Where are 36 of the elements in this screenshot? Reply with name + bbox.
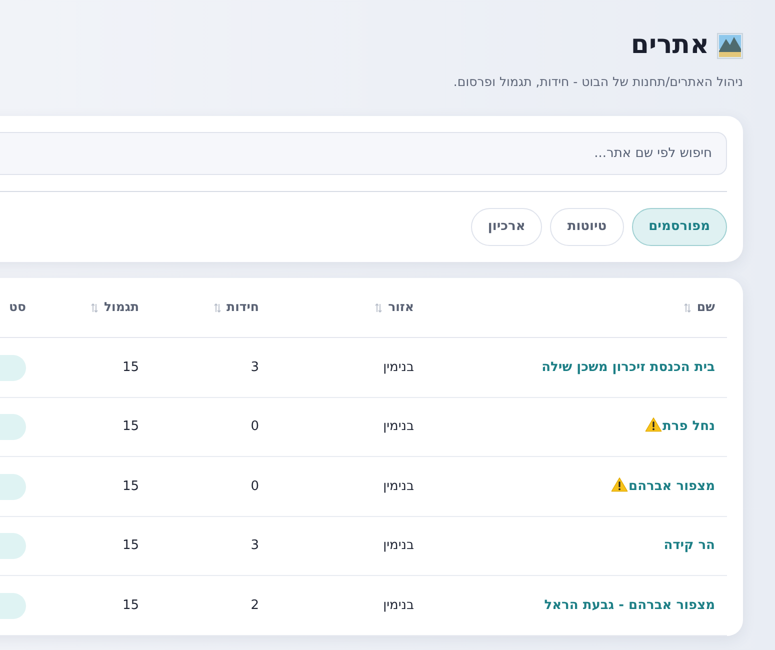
page-subtitle: ניהול האתרים/תחנות של הבוט - חידות, תגמול ופרסום. <box>452 73 743 92</box>
table-cell: 15 <box>122 360 139 375</box>
site-name-link[interactable]: מצפור אברהם - גבעת הראל <box>544 598 715 613</box>
table-cell: 0 <box>250 478 259 494</box>
filter-tab[interactable]: מפורסמים <box>632 208 727 246</box>
landscape-icon <box>717 32 743 59</box>
table-cell: 3 <box>250 538 259 554</box>
table-cell: 15 <box>122 419 139 434</box>
table-cell: 0 <box>250 419 259 434</box>
filter-tab[interactable]: ארכיון <box>470 208 542 246</box>
page-title: אתרים <box>630 30 709 62</box>
sort-icon[interactable] <box>214 302 221 313</box>
column-header[interactable]: שם <box>696 299 715 314</box>
search-field[interactable]: חיפוש לפי שם אתר... <box>0 132 727 175</box>
sort-icon[interactable] <box>375 302 382 313</box>
site-name-link[interactable]: נחל פרת <box>662 419 715 434</box>
table-cell: 15 <box>122 598 139 613</box>
column-header[interactable]: תגמול <box>104 299 139 314</box>
table-cell: 15 <box>122 538 139 554</box>
table-cell: בנימין <box>383 538 414 554</box>
site-name-link[interactable]: בית הכנסת זיכרון משכן שילה <box>542 360 715 375</box>
table-cell: 2 <box>250 598 259 613</box>
table-cell: 15 <box>122 478 139 494</box>
sort-icon[interactable] <box>684 302 691 313</box>
sort-icon[interactable] <box>90 302 98 313</box>
table-cell: בנימין <box>383 419 414 434</box>
table-cell: 3 <box>250 360 259 375</box>
table-cell: בנימין <box>383 478 414 494</box>
table-cell: בנימין <box>383 598 414 613</box>
column-header[interactable]: אזור <box>388 299 414 314</box>
table-cell: בנימין <box>383 360 414 375</box>
site-name-link[interactable]: הר קידה <box>664 538 715 554</box>
column-header[interactable]: חידות <box>226 299 259 314</box>
site-name-link[interactable]: מצפור אברהם <box>628 478 715 494</box>
column-header[interactable]: סט <box>9 299 26 314</box>
filter-tab[interactable]: טיוטות <box>550 208 624 246</box>
